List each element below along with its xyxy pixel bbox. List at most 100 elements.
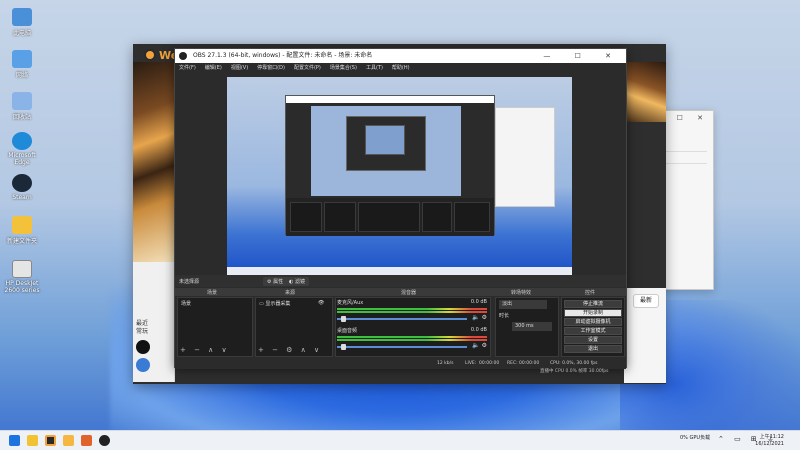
filters-button[interactable]: ◐ 滤镜	[285, 277, 309, 286]
capture-status-text: 直播中 CPU 0.0% 帧率 30.00fps	[540, 369, 609, 374]
nested-dock-panel	[454, 202, 490, 232]
stop-streaming-button[interactable]: 停止推流	[564, 300, 622, 308]
transition-select[interactable]: 淡出	[499, 300, 547, 309]
status-live-time: 00:00:00	[479, 361, 500, 366]
properties-label: 属性	[273, 279, 284, 285]
mixer-track-mic: 麦克风/Aux 0.0 dB 🔈 ⚙	[337, 299, 487, 325]
mute-and-settings-icons[interactable]: 🔈 ⚙	[472, 314, 487, 321]
menu-edit[interactable]: 编辑(E)	[205, 63, 222, 73]
nested-docks	[286, 198, 494, 236]
desktop-icon-label: 此电脑	[12, 30, 31, 37]
obs-icon[interactable]	[99, 435, 110, 446]
brand-logo-icon	[144, 49, 156, 61]
obs-logo-icon	[179, 52, 187, 60]
desktop-icon-label: HP DeskJet 2600 series	[4, 280, 40, 294]
menu-help[interactable]: 帮助(H)	[392, 63, 410, 73]
start-recording-button[interactable]: 开始录制	[564, 309, 622, 317]
scenes-toolbar[interactable]: + − ∧ ∨	[180, 346, 230, 354]
obs-window-controls[interactable]: — ☐ ✕	[543, 49, 622, 63]
nested-dock-panel	[324, 202, 356, 232]
source-item[interactable]: ▭ 显示器采集	[259, 300, 290, 307]
game-art-left	[133, 62, 175, 262]
menu-profile[interactable]: 配置文件(P)	[294, 63, 321, 73]
desktop-icon-folder[interactable]: 新建文件夹	[2, 216, 42, 245]
desktop-icon-network[interactable]: 网络	[2, 50, 42, 79]
edge-icon	[12, 132, 32, 150]
mixer-track-name: 桌面音频	[337, 328, 358, 334]
source-item-label: 显示器采集	[265, 301, 291, 307]
obs-title-bar[interactable]: OBS 27.1.3 (64-bit, windows) - 配置文件: 未命名…	[175, 49, 626, 63]
desktop-icon-recycle-bin[interactable]: 回收站	[2, 92, 42, 121]
desktop-icon-label: Steam	[12, 194, 32, 201]
desktop-icon-this-pc[interactable]: 此电脑	[2, 8, 42, 37]
menu-docks[interactable]: 停靠窗口(D)	[257, 63, 285, 73]
duration-label: 时长	[499, 313, 510, 319]
no-source-selected: 未选择源	[179, 279, 200, 285]
sources-dock[interactable]: ▭ 显示器采集 👁 + − ⚙ ∧ ∨	[255, 297, 333, 357]
obs-window[interactable]: OBS 27.1.3 (64-bit, windows) - 配置文件: 未命名…	[174, 48, 627, 369]
status-kbps: 12 kb/s	[437, 361, 454, 366]
status-rec-time: 00:00:00	[519, 361, 540, 366]
clock-date: 16/12/2021	[755, 440, 784, 447]
app-icon[interactable]	[63, 435, 74, 446]
source-toolbar: 未选择源 ⚙ 属性 ◐ 滤镜	[175, 275, 626, 287]
scenes-dock[interactable]: 场景 + − ∧ ∨	[177, 297, 253, 357]
desktop-icon-label: 回收站	[12, 114, 31, 121]
menu-file[interactable]: 文件(F)	[179, 63, 196, 73]
sources-header: 来源	[285, 290, 296, 296]
filters-label: 滤镜	[294, 279, 305, 285]
this-pc-icon	[12, 8, 32, 26]
nested-inner-obs	[346, 116, 426, 171]
preview-taskbar	[227, 267, 572, 275]
game-avatar[interactable]	[136, 340, 150, 354]
mixer-header: 混音器	[401, 290, 417, 296]
network-icon	[12, 50, 32, 68]
menu-view[interactable]: 视图(V)	[231, 63, 248, 73]
desktop-icon-edge[interactable]: Microsoft Edge	[2, 132, 42, 166]
taskbar: 0% GPU负载 ⌃ ▭ ⊞ ⏚ 上午11:12 16/12/2021	[0, 430, 800, 450]
duration-input[interactable]: 300 ms	[512, 322, 552, 331]
folder-icon	[12, 216, 32, 234]
volume-meter	[337, 336, 487, 338]
desktop-icon-steam[interactable]: Steam	[2, 174, 42, 201]
eye-icon[interactable]: 👁	[318, 300, 324, 306]
recent-games-label: 最近常玩	[136, 320, 149, 335]
gpu-usage-tray[interactable]: 0% GPU负载	[680, 434, 710, 441]
start-virtual-camera-button[interactable]: 启动虚拟摄像机	[564, 318, 622, 326]
taskbar-clock[interactable]: 上午11:12 16/12/2021	[755, 434, 784, 447]
nested-obs-title	[286, 96, 494, 103]
dock-headers: 场景 来源 混音器 转场特效 控件	[175, 288, 626, 296]
menu-scene-collection[interactable]: 场景集合(S)	[330, 63, 357, 73]
mixer-track-db: 0.0 dB	[470, 327, 487, 333]
volume-slider[interactable]	[337, 344, 467, 350]
properties-button[interactable]: ⚙ 属性	[263, 277, 288, 286]
start-icon[interactable]	[9, 435, 20, 446]
recycle-bin-icon	[12, 92, 32, 110]
game-launcher-icon[interactable]	[45, 435, 56, 446]
mute-and-settings-icons[interactable]: 🔈 ⚙	[472, 342, 487, 349]
nested-obs-window	[285, 95, 495, 236]
file-explorer-icon[interactable]	[27, 435, 38, 446]
studio-mode-button[interactable]: 工作室模式	[564, 327, 622, 335]
settings-button[interactable]: 设置	[564, 336, 622, 344]
menu-tools[interactable]: 工具(T)	[366, 63, 383, 73]
sources-toolbar[interactable]: + − ⚙ ∧ ∨	[258, 346, 322, 354]
nested-inner-preview	[365, 125, 405, 155]
store-icon[interactable]	[81, 435, 92, 446]
obs-preview[interactable]	[227, 77, 572, 275]
scene-item[interactable]: 场景	[181, 300, 191, 307]
volume-meter	[337, 339, 487, 341]
nested-dock-panel	[290, 202, 322, 232]
launcher-side-panel: 最近常玩	[133, 262, 175, 382]
controls-header: 控件	[585, 290, 596, 296]
desktop-icon-label: 新建文件夹	[6, 238, 37, 245]
desktop-icon-printer[interactable]: HP DeskJet 2600 series	[2, 260, 42, 294]
preview-desktop-capture	[227, 77, 572, 275]
game-art-right	[621, 62, 666, 122]
newest-tag[interactable]: 最新	[633, 294, 659, 308]
game-avatar[interactable]	[136, 358, 150, 372]
status-rec-label: REC:	[507, 361, 518, 366]
mixer-track-db: 0.0 dB	[470, 299, 487, 305]
exit-button[interactable]: 退出	[564, 345, 622, 353]
volume-slider[interactable]	[337, 316, 467, 322]
